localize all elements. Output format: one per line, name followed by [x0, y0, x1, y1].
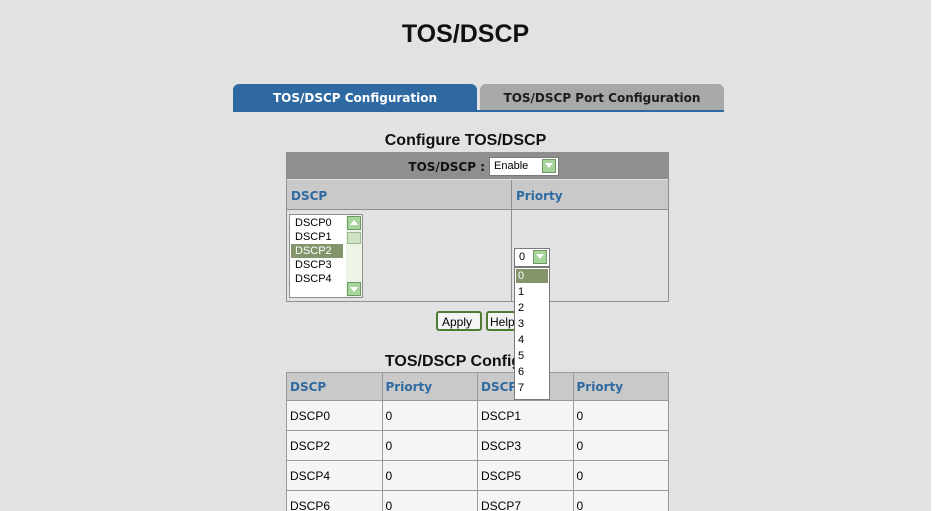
- priority-option[interactable]: 7: [516, 381, 548, 395]
- listbox-scrollbar[interactable]: [346, 215, 362, 297]
- priority-option[interactable]: 4: [516, 333, 548, 347]
- priority-select-value: 0: [519, 251, 526, 263]
- list-item-selected[interactable]: DSCP2: [291, 244, 343, 258]
- table-cell: 0: [572, 460, 669, 491]
- table-cell: DSCP0: [286, 400, 383, 431]
- list-item[interactable]: DSCP1: [291, 230, 343, 244]
- column-header-dscp: DSCP: [291, 189, 328, 203]
- table-cell: 0: [572, 400, 669, 431]
- page-title: TOS/DSCP: [401, 20, 530, 48]
- priority-option[interactable]: 0: [516, 269, 548, 283]
- chevron-down-icon[interactable]: [533, 250, 547, 264]
- help-button[interactable]: Help: [486, 311, 516, 331]
- list-item[interactable]: DSCP4: [291, 272, 343, 286]
- table-row: DSCP2 0 DSCP3 0: [286, 430, 669, 461]
- list-item[interactable]: DSCP0: [291, 216, 343, 230]
- mode-label: TOS/DSCP :: [408, 160, 485, 174]
- table-cell: DSCP5: [477, 460, 574, 491]
- priority-select[interactable]: 0: [514, 248, 550, 267]
- priority-option[interactable]: 5: [516, 349, 548, 363]
- table-cell: DSCP4: [286, 460, 383, 491]
- table-cell: 0: [381, 430, 478, 461]
- priority-option[interactable]: 3: [516, 317, 548, 331]
- apply-button[interactable]: Apply: [436, 311, 482, 331]
- priority-option[interactable]: 2: [516, 301, 548, 315]
- table-cell: 0: [381, 490, 478, 511]
- table-header-cell: Priorty: [381, 372, 478, 401]
- table-header-cell: Priorty: [572, 372, 669, 401]
- table-cell: 0: [572, 490, 669, 511]
- tab-tos-dscp-configuration[interactable]: TOS/DSCP Configuration: [233, 84, 477, 111]
- list-item[interactable]: DSCP3: [291, 258, 343, 272]
- table-heading: TOS/DSCP Configure: [384, 353, 547, 370]
- table-cell: 0: [381, 400, 478, 431]
- dscp-listbox[interactable]: DSCP0 DSCP1 DSCP2 DSCP3 DSCP4: [289, 214, 363, 298]
- mode-select-value: Enable: [494, 160, 529, 172]
- priority-dropdown-list[interactable]: 0 1 2 3 4 5 6 7: [514, 267, 550, 400]
- tab-tos-dscp-port-configuration[interactable]: TOS/DSCP Port Configuration: [480, 84, 724, 111]
- mode-select[interactable]: Enable: [489, 157, 559, 176]
- dscp-priority-table: DSCP Priorty DSCP Priorty DSCP0 0 DSCP1 …: [286, 372, 669, 511]
- table-header-row: DSCP Priorty DSCP Priorty: [286, 372, 669, 401]
- table-cell: DSCP2: [286, 430, 383, 461]
- tab-underline: [233, 110, 724, 112]
- priority-option[interactable]: 6: [516, 365, 548, 379]
- table-cell: 0: [381, 460, 478, 491]
- configure-heading: Configure TOS/DSCP: [384, 132, 547, 149]
- table-cell: 0: [572, 430, 669, 461]
- table-row: DSCP4 0 DSCP5 0: [286, 460, 669, 491]
- table-cell: DSCP6: [286, 490, 383, 511]
- table-row: DSCP6 0 DSCP7 0: [286, 490, 669, 511]
- column-divider: [511, 180, 512, 301]
- chevron-down-icon[interactable]: [542, 159, 556, 173]
- column-header-row: DSCP Priorty: [287, 180, 668, 210]
- mode-row: TOS/DSCP : Enable: [287, 153, 668, 179]
- table-row: DSCP0 0 DSCP1 0: [286, 400, 669, 431]
- priority-option[interactable]: 1: [516, 285, 548, 299]
- column-header-priority: Priorty: [516, 189, 563, 203]
- table-cell: DSCP7: [477, 490, 574, 511]
- scrollbar-thumb[interactable]: [347, 232, 361, 244]
- table-header-cell: DSCP: [286, 372, 383, 401]
- chevron-down-icon[interactable]: [347, 282, 361, 296]
- page-content: TOS/DSCP TOS/DSCP Configuration TOS/DSCP…: [0, 0, 931, 511]
- table-cell: DSCP1: [477, 400, 574, 431]
- table-cell: DSCP3: [477, 430, 574, 461]
- chevron-up-icon[interactable]: [347, 216, 361, 230]
